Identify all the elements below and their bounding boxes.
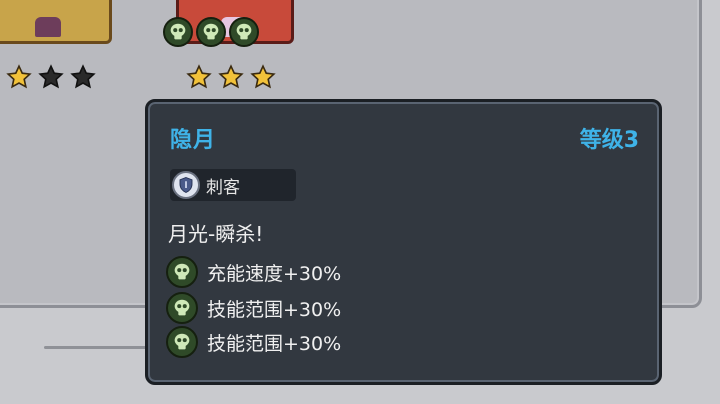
star-filled-icon [218, 64, 244, 89]
buff-text: 充能速度+30% [207, 262, 342, 285]
skull-icon [229, 17, 259, 47]
buff-text: 技能范围+30% [207, 332, 342, 355]
hero-level: 等级3 [579, 128, 639, 153]
shield-icon [172, 171, 200, 199]
star-rating-left [6, 64, 96, 90]
hero-card-left[interactable] [0, 0, 112, 44]
buff-row: 充能速度+30% [166, 256, 341, 288]
skull-icon [166, 292, 198, 324]
buff-text: 技能范围+30% [207, 298, 342, 321]
class-tag: 刺客 [170, 169, 296, 201]
skull-icon [166, 256, 198, 288]
skull-icon [196, 17, 226, 47]
skull-icon [163, 17, 193, 47]
star-filled-icon [250, 64, 276, 89]
skill-name: 月光-瞬杀! [168, 222, 264, 246]
star-empty-icon [70, 64, 96, 89]
hero-portrait [35, 17, 61, 37]
hero-name: 隐月 [170, 128, 217, 153]
star-rating-right [186, 64, 276, 90]
buff-row: 技能范围+30% [166, 292, 341, 324]
star-filled-icon [6, 64, 32, 89]
class-label: 刺客 [206, 177, 240, 198]
star-empty-icon [38, 64, 64, 89]
skull-icon [166, 326, 198, 358]
star-filled-icon [186, 64, 212, 89]
buff-row: 技能范围+30% [166, 326, 341, 358]
hero-tooltip: 隐月 等级3 刺客 月光-瞬杀! 充能速度+30% 技能范围+30% 技能范围+… [145, 99, 662, 385]
divider-line [44, 346, 154, 349]
hero-buff-badges [163, 17, 259, 47]
